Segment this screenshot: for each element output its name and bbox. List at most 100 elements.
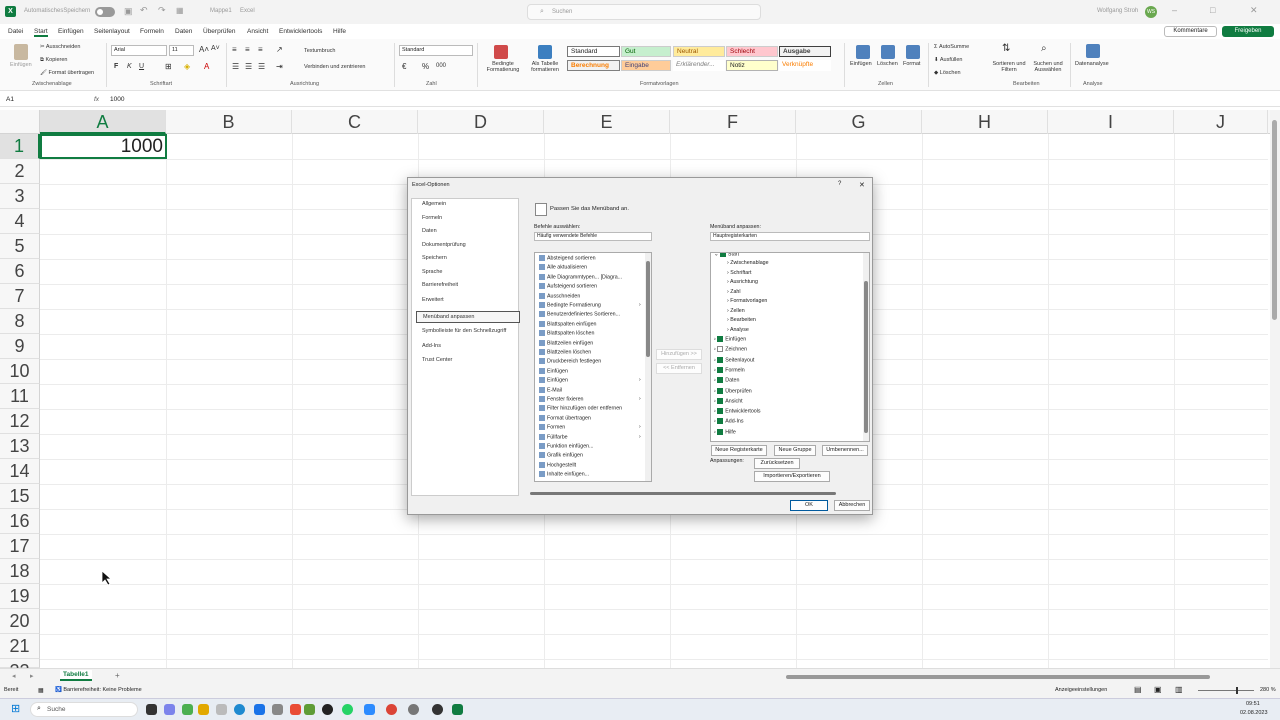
category-item[interactable]: Allgemein <box>416 199 520 211</box>
zoom-slider-thumb[interactable] <box>1236 687 1238 694</box>
underline-button[interactable]: U <box>139 63 144 70</box>
sheet-tab-tabelle1[interactable]: Tabelle1 <box>60 670 92 681</box>
category-item[interactable]: Trust Center <box>416 355 520 367</box>
column-header-i[interactable]: I <box>1048 110 1174 134</box>
tree-group[interactable]: › Zellen <box>727 308 745 314</box>
menu-start[interactable]: Start <box>34 28 48 37</box>
command-item[interactable]: Blattspalten einfügen <box>539 320 596 327</box>
percent-button[interactable]: % <box>422 62 429 71</box>
insert-cells-button[interactable]: Einfügen <box>850 61 872 67</box>
tree-tab[interactable]: › Daten <box>714 377 739 384</box>
format-as-table-button[interactable]: Als Tabelle formatieren <box>526 61 564 73</box>
commands-scroll-thumb[interactable] <box>646 261 650 357</box>
page-layout-view-icon[interactable]: ▣ <box>1154 685 1162 694</box>
style-ausgabe[interactable]: Ausgabe <box>779 46 831 57</box>
command-item[interactable]: E-Mail <box>539 386 562 393</box>
menu-ueberpruefen[interactable]: Überprüfen <box>203 28 236 35</box>
cancel-button[interactable]: Abbrechen <box>834 500 870 511</box>
command-item[interactable]: Grafik einfügen <box>539 452 583 459</box>
search-box[interactable]: ⌕ Suchen <box>527 4 761 20</box>
font-color-icon[interactable]: A <box>204 62 209 71</box>
tree-tab[interactable]: › Zeichnen <box>714 346 747 353</box>
tree-tab[interactable]: › Entwicklertools <box>714 408 761 415</box>
row-header[interactable]: 3 <box>0 184 40 209</box>
dialog-horizontal-scrollbar[interactable] <box>526 491 870 496</box>
bold-button[interactable]: F <box>114 63 118 70</box>
number-format-select[interactable]: Standard <box>399 45 473 56</box>
store-icon[interactable] <box>254 704 265 715</box>
row-header[interactable]: 11 <box>0 384 40 409</box>
help-icon[interactable]: ? <box>838 181 841 187</box>
app-icon[interactable] <box>290 704 301 715</box>
checkbox[interactable] <box>717 356 724 363</box>
style-notiz[interactable]: Notiz <box>726 60 778 71</box>
app-icon[interactable] <box>272 704 283 715</box>
grow-font-icon[interactable]: A˄ <box>199 45 209 54</box>
zoom-level[interactable]: 280 % <box>1260 687 1276 693</box>
remove-button[interactable]: << Entfernen <box>656 363 702 374</box>
italic-button[interactable]: K <box>127 63 132 70</box>
category-item[interactable]: Erweitert <box>416 295 520 307</box>
tree-group[interactable]: › Schriftart <box>727 270 751 276</box>
row-header[interactable]: 5 <box>0 234 40 259</box>
align-top-icon[interactable]: ≡ <box>232 45 237 54</box>
command-item[interactable]: Einfügen › <box>539 377 641 384</box>
column-header-b[interactable]: B <box>166 110 292 134</box>
import-export-button[interactable]: Importieren/Exportieren <box>754 471 830 482</box>
app-icon[interactable] <box>364 704 375 715</box>
windows-start-icon[interactable]: ⊞ <box>11 704 22 715</box>
command-item[interactable]: Einfügen <box>539 367 568 374</box>
column-header-c[interactable]: C <box>292 110 418 134</box>
zoom-slider[interactable] <box>1198 687 1254 694</box>
page-break-view-icon[interactable]: ▥ <box>1175 685 1183 694</box>
tree-group[interactable]: › Zahl <box>727 289 741 295</box>
menu-entwicklertools[interactable]: Entwicklertools <box>279 28 322 35</box>
normal-view-icon[interactable]: ▤ <box>1134 685 1142 694</box>
row-header[interactable]: 18 <box>0 559 40 584</box>
style-standard[interactable]: Standard <box>567 46 620 57</box>
new-group-button[interactable]: Neue Gruppe <box>774 445 816 456</box>
align-left-icon[interactable]: ☰ <box>232 62 239 71</box>
redo-icon[interactable]: ↷ <box>158 5 166 16</box>
paste-button[interactable]: Einfügen <box>10 62 32 68</box>
meet-icon[interactable] <box>182 704 193 715</box>
format-cells-button[interactable]: Format <box>903 61 920 67</box>
fill-button[interactable]: ⬇ Ausfüllen <box>934 57 962 63</box>
data-analysis-button[interactable]: Datenanalyse <box>1075 61 1109 67</box>
align-bottom-icon[interactable]: ≡ <box>258 45 263 54</box>
style-verknuepft[interactable]: Verknüpfte <box>779 60 831 71</box>
save-icon[interactable]: ▣ <box>124 6 133 17</box>
checkbox[interactable] <box>717 418 724 425</box>
new-tab-button[interactable]: Neue Registerkarte <box>711 445 767 456</box>
maximize-icon[interactable]: □ <box>1210 5 1215 15</box>
display-settings-button[interactable]: Anzeigeeinstellungen <box>1055 687 1107 693</box>
command-item[interactable]: Füllfarbe › <box>539 433 641 440</box>
select-all-corner[interactable] <box>0 110 40 134</box>
tree-group[interactable]: › Formatvorlagen <box>727 298 767 304</box>
command-item[interactable]: Ausschneiden <box>539 292 580 299</box>
merge-center-button[interactable]: Verbinden und zentrieren <box>304 64 365 70</box>
category-item[interactable]: Sprache <box>416 267 520 279</box>
ribbon-select[interactable]: Hauptregisterkarten <box>710 232 870 241</box>
row-header[interactable]: 1 <box>0 134 40 159</box>
style-eingabe[interactable]: Eingabe <box>621 60 671 71</box>
conditional-format-button[interactable]: Bedingte Formatierung <box>481 61 525 73</box>
app-icon[interactable] <box>322 704 333 715</box>
row-header[interactable]: 12 <box>0 409 40 434</box>
sort-filter-button[interactable]: Sortieren und Filtern <box>991 61 1027 73</box>
command-item[interactable]: Formen › <box>539 424 641 431</box>
checkbox[interactable] <box>717 377 724 384</box>
category-item[interactable]: Barrierefreiheit <box>416 280 520 292</box>
row-header[interactable]: 14 <box>0 459 40 484</box>
tree-tab[interactable]: › Seitenlayout <box>714 356 754 363</box>
cell-a1[interactable]: 1000 <box>40 134 167 159</box>
command-item[interactable]: Format übertragen <box>539 414 591 421</box>
ok-button[interactable]: OK <box>790 500 828 511</box>
menu-hilfe[interactable]: Hilfe <box>333 28 346 35</box>
checkbox[interactable] <box>717 366 724 373</box>
format-painter-button[interactable]: 🖌 Format übertragen <box>40 70 94 76</box>
row-header[interactable]: 7 <box>0 284 40 309</box>
style-schlecht[interactable]: Schlecht <box>726 46 778 57</box>
command-item[interactable]: Filter hinzufügen oder entfernen <box>539 405 622 412</box>
command-item[interactable]: Druckbereich festlegen <box>539 358 601 365</box>
